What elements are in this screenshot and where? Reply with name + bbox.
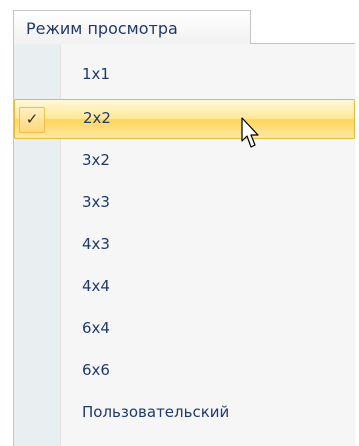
menu-item-1x1[interactable]: 1x1 [14,55,355,95]
menu-title-tab: Режим просмотра [13,10,251,44]
check-icon: ✓ [19,107,45,133]
menu-item-label: 3x2 [82,151,110,169]
menu-item-label: Пользовательский [82,403,230,421]
menu-item-2x2[interactable]: ✓ 2x2 [14,99,355,139]
menu-item-6x4[interactable]: 6x4 [14,309,355,349]
menu-item-label: 4x4 [82,277,110,295]
menu-item-6x6[interactable]: 6x6 [14,351,355,391]
view-mode-menu: 1x1 ✓ 2x2 3x2 3x3 4x3 4x4 6x4 6x6 Пользо… [13,43,355,446]
menu-item-label: 4x3 [82,235,110,253]
arrow-cursor-icon [241,117,259,148]
check-mark: ✓ [25,110,39,128]
menu-item-4x4[interactable]: 4x4 [14,267,355,307]
menu-item-label: 1x1 [82,65,110,83]
menu-item-custom[interactable]: Пользовательский [14,393,355,433]
menu-item-label: 6x4 [82,319,110,337]
menu-item-label: 2x2 [83,109,111,127]
menu-item-label: 6x6 [82,361,110,379]
menu-title: Режим просмотра [26,19,178,38]
menu-item-label: 3x3 [82,193,110,211]
menu-item-4x3[interactable]: 4x3 [14,225,355,265]
menu-item-3x2[interactable]: 3x2 [14,141,355,181]
menu-item-3x3[interactable]: 3x3 [14,183,355,223]
